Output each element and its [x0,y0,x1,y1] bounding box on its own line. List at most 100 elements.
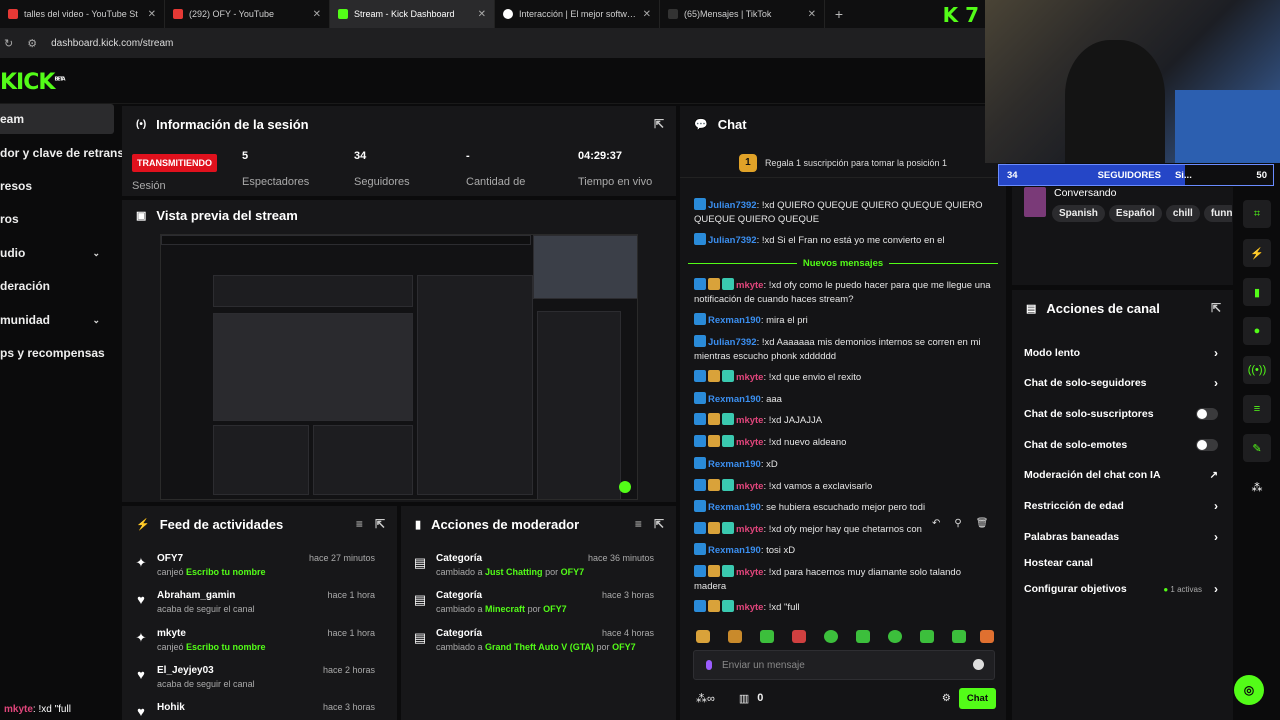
filter-icon[interactable]: ≡ [635,517,642,531]
chat-input[interactable]: Enviar un mensaje [693,650,995,680]
chat-message[interactable]: Julian7392: !xd Si el Fran no está yo me… [694,233,992,248]
emote-icon[interactable] [952,630,966,643]
community-icon[interactable]: ⁂ [1243,473,1271,501]
popout-icon[interactable]: ⇱ [375,517,385,531]
chat-username[interactable]: mkyte [736,280,763,291]
site-settings-icon[interactable]: ⚙ [27,37,37,50]
tag-pill[interactable]: Spanish [1052,205,1105,222]
broadcast-icon[interactable]: ((•)) [1243,356,1271,384]
sidebar-item-moderation[interactable]: deración [0,271,114,301]
sidebar-item-rewards[interactable]: ps y recompensas [0,338,114,368]
send-chat-button[interactable]: Chat [958,687,996,709]
sidebar-item-audio[interactable]: udio ⌄ [0,238,114,268]
tag-pill[interactable]: funn [1203,205,1232,222]
sidebar-item-other[interactable]: ros [0,204,114,234]
popout-icon[interactable]: ⇱ [654,117,664,131]
sidebar-item-income[interactable]: resos [0,171,114,201]
browser-tab-4[interactable]: Interacción | El mejor software ✕ [495,0,660,28]
action-slow-mode[interactable]: Modo lento › [1012,338,1232,368]
chat-username[interactable]: Rexman190 [708,502,761,513]
pin-icon[interactable]: ⚲ [954,518,961,529]
tag-pill[interactable]: chill [1165,205,1200,222]
chat-username[interactable]: Julian7392 [708,200,757,211]
scan-icon[interactable]: ⌗ [1243,200,1271,228]
list-icon[interactable]: ≡ [1243,395,1271,423]
tool-icon[interactable]: ✎ [1243,434,1271,462]
chat-message[interactable]: mkyte: !xd que envio el rexito [694,370,992,385]
chat-username[interactable]: Julian7392 [708,235,757,246]
chat-username[interactable]: mkyte [736,437,763,448]
chat-username[interactable]: Rexman190 [708,394,761,405]
gift-sub-banner[interactable]: 1 Regala 1 suscripción para tomar la pos… [680,148,1006,178]
mic-icon[interactable] [706,660,712,670]
stream-preview-image[interactable] [160,234,638,500]
help-button[interactable]: ◎ [1234,675,1264,705]
chat-username[interactable]: Rexman190 [708,315,761,326]
close-icon[interactable]: ✕ [313,9,321,20]
chat-username[interactable]: mkyte [736,602,763,613]
url-text[interactable]: dashboard.kick.com/stream [51,38,173,49]
chat-username[interactable]: Julian7392 [708,337,757,348]
chat-message[interactable]: mkyte: !xd vamos a exclavisarlo [694,479,992,494]
sidebar-item-stream-key[interactable]: dor y clave de retransm [0,138,135,168]
chat-message[interactable]: Julian7392: !xd QUIERO QUEQUE QUIERO QUE… [694,198,992,227]
chat-message[interactable]: mkyte: !xd JAJAJJA [694,413,992,428]
chat-username[interactable]: mkyte [736,524,763,535]
action-ai-moderation[interactable]: Moderación del chat con IA ↗ [1012,460,1232,490]
reload-icon[interactable]: ↻ [4,37,13,50]
popout-icon[interactable]: ⇱ [654,517,664,531]
settings-icon[interactable]: ⚙ [942,693,951,704]
emote-icon[interactable] [792,630,806,643]
emote-icon[interactable] [856,630,870,643]
chat-message[interactable]: Rexman190: xD [694,457,992,472]
chat-message[interactable]: Julian7392: !xd Aaaaaaa mis demonios int… [694,335,992,364]
reply-icon[interactable]: ↶ [932,518,940,529]
popout-icon[interactable]: ⇱ [1211,301,1221,315]
chat-message[interactable]: mkyte: !xd "full [694,600,992,615]
filter-icon[interactable]: ≡ [356,517,363,531]
subs-only-toggle[interactable] [1196,408,1218,420]
action-age-restriction[interactable]: Restricción de edad › [1012,491,1232,521]
emoji-icon[interactable] [973,659,984,670]
points-icon[interactable]: ▥ [739,692,749,705]
delete-icon[interactable]: 🗑 [976,518,989,529]
emote-icon[interactable] [980,630,994,643]
emote-icon[interactable] [760,630,774,643]
chat-message[interactable]: Rexman190: mira el pri [694,313,992,328]
emote-icon[interactable] [696,630,710,643]
close-icon[interactable]: ✕ [808,9,816,20]
chat-username[interactable]: mkyte [736,415,763,426]
chat-username[interactable]: Rexman190 [708,459,761,470]
chat-message[interactable]: mkyte: !xd ofy como le puedo hacer para … [694,278,992,307]
browser-tab-5[interactable]: (65)Mensajes | TikTok ✕ [660,0,825,28]
chat-username[interactable]: mkyte [736,567,763,578]
emote-icon[interactable] [728,630,742,643]
browser-tab-2[interactable]: (292) OFY - YouTube ✕ [165,0,330,28]
chat-message[interactable]: mkyte: !xd nuevo aldeano [694,435,992,450]
chat-username[interactable]: Rexman190 [708,545,761,556]
tag-pill[interactable]: Español [1108,205,1162,222]
sidebar-item-community[interactable]: munidad ⌄ [0,305,114,335]
clipboard-icon[interactable]: ▮ [1243,278,1271,306]
chat-bubble-icon[interactable]: ● [1243,317,1271,345]
browser-tab-3[interactable]: Stream - Kick Dashboard ✕ [330,0,495,28]
chat-message[interactable]: Rexman190: aaa [694,392,992,407]
close-icon[interactable]: ✕ [148,9,156,20]
browser-tab-1[interactable]: talles del video - YouTube St ✕ [0,0,165,28]
chat-message[interactable]: mkyte: !xd para hacernos muy diamante so… [694,565,992,594]
emote-icon[interactable] [824,630,838,643]
chat-username[interactable]: mkyte [736,481,763,492]
new-tab-button[interactable]: + [825,6,853,22]
lightning-icon[interactable]: ⚡ [1243,239,1271,267]
chat-message[interactable]: Rexman190: se hubiera escuchado mejor pe… [694,500,992,515]
action-emotes-only[interactable]: Chat de solo-emotes [1012,430,1232,460]
chat-message[interactable]: Rexman190: tosi xD [694,543,992,558]
action-subs-only[interactable]: Chat de solo-suscriptores [1012,399,1232,429]
close-icon[interactable]: ✕ [643,9,651,20]
action-configure-goals[interactable]: Configurar objetivos ● 1 activas › [1012,574,1232,604]
chat-username[interactable]: mkyte [736,372,763,383]
emote-icon[interactable] [888,630,902,643]
emote-icon[interactable] [920,630,934,643]
sidebar-item-stream[interactable]: eam [0,104,114,134]
close-icon[interactable]: ✕ [478,9,486,20]
